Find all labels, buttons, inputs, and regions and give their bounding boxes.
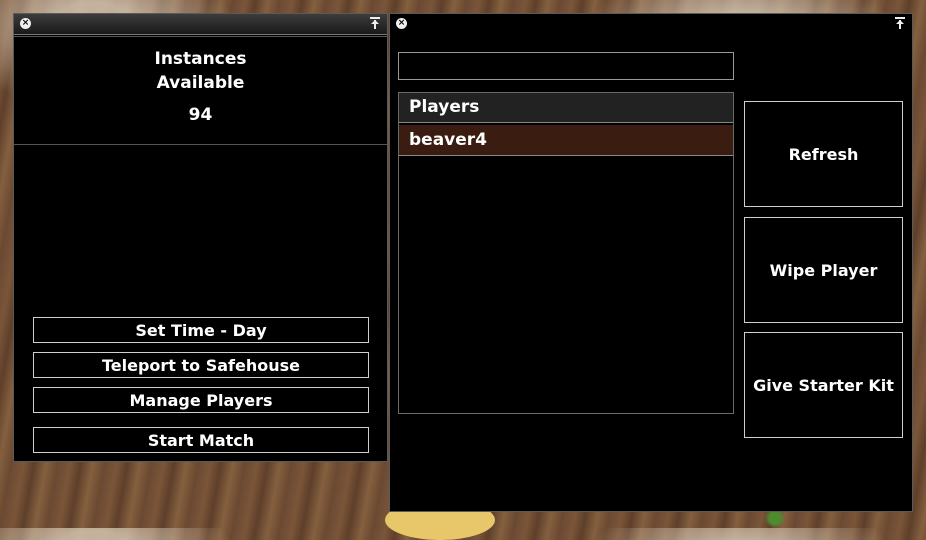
stats-divider xyxy=(14,144,387,145)
player-row[interactable]: beaver4 xyxy=(399,125,733,156)
title-divider xyxy=(14,36,387,37)
instances-label-line2: Available xyxy=(156,73,245,93)
instances-panel-titlebar[interactable]: × xyxy=(14,14,387,35)
teleport-to-safehouse-button[interactable]: Teleport to Safehouse xyxy=(33,352,369,378)
player-search-input[interactable] xyxy=(398,52,734,80)
players-list-header: Players xyxy=(399,93,733,123)
pin-icon[interactable] xyxy=(370,17,380,29)
give-starter-kit-button[interactable]: Give Starter Kit xyxy=(744,332,903,438)
pin-icon[interactable] xyxy=(895,17,905,29)
instances-panel: × Instances Available 94 Set Time - Day … xyxy=(13,13,388,462)
set-time-day-button[interactable]: Set Time - Day xyxy=(33,317,369,343)
players-panel-titlebar[interactable]: × xyxy=(390,14,912,34)
start-match-button[interactable]: Start Match xyxy=(33,427,369,453)
instances-label-line1: Instances xyxy=(154,49,247,69)
refresh-button[interactable]: Refresh xyxy=(744,101,903,207)
manage-players-button[interactable]: Manage Players xyxy=(33,387,369,413)
wipe-player-button[interactable]: Wipe Player xyxy=(744,217,903,323)
players-panel: × Players beaver4 Refresh Wipe Player Gi… xyxy=(389,13,913,512)
close-icon[interactable]: × xyxy=(20,18,31,29)
players-list[interactable]: Players beaver4 xyxy=(398,92,734,414)
close-icon[interactable]: × xyxy=(396,18,407,29)
instances-count: 94 xyxy=(188,105,213,125)
